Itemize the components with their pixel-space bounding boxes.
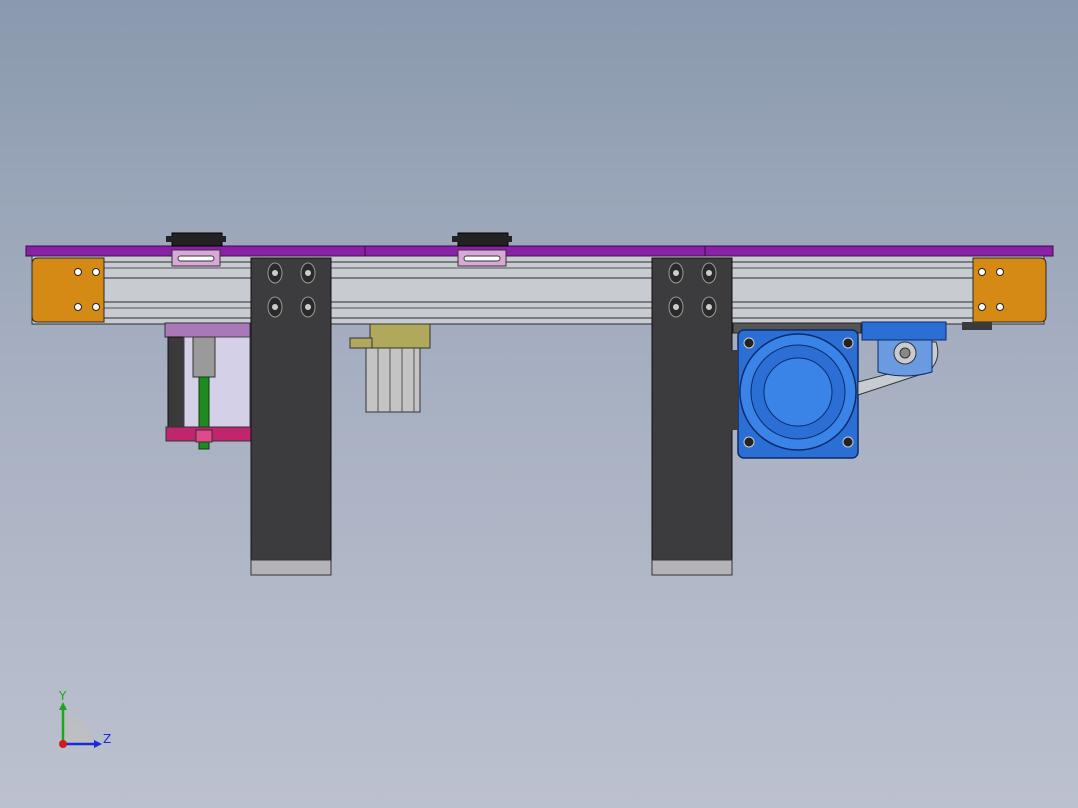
sensor-bracket-middle[interactable] [452, 232, 512, 267]
support-leg-right[interactable] [651, 257, 733, 576]
coordinate-triad: Y Z [58, 689, 111, 748]
left-end-cap[interactable] [31, 257, 105, 323]
right-end-cap[interactable] [972, 257, 1047, 323]
drive-pulley-bearing[interactable] [857, 321, 992, 396]
stopper-cylinder-assembly[interactable] [164, 322, 252, 450]
sensor-bracket-left[interactable] [166, 232, 226, 267]
drive-motor[interactable] [728, 322, 862, 459]
z-axis-label: Z [103, 732, 111, 746]
y-axis-label: Y [58, 689, 67, 703]
support-leg-left[interactable] [250, 257, 332, 576]
cad-graphics-viewport[interactable]: Y Z [0, 0, 1078, 808]
valve-block[interactable] [349, 323, 431, 413]
